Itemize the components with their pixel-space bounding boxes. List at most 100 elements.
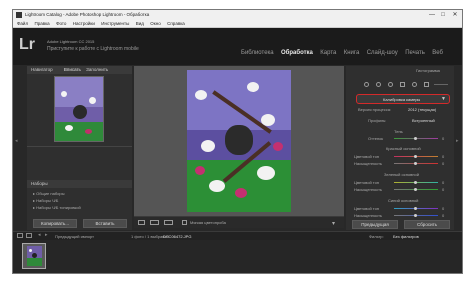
photo-bud [235, 188, 247, 198]
shadows-tint-slider[interactable] [394, 137, 438, 140]
navigator-thumbnail[interactable] [54, 76, 104, 142]
slider-knob[interactable] [414, 181, 417, 184]
menu-photo[interactable]: Фото [56, 20, 66, 28]
menu-file[interactable]: Файл [17, 20, 28, 28]
module-library[interactable]: Библиотека [241, 50, 274, 56]
maximize-button[interactable]: □ [438, 10, 448, 20]
menu-help[interactable]: Справка [167, 20, 185, 28]
photo-blossom [257, 166, 275, 180]
preset-folder-general[interactable]: ▸ Общие наборы [33, 191, 64, 196]
paste-button[interactable]: Вставить [83, 219, 127, 228]
module-map[interactable]: Карта [320, 50, 336, 56]
menu-settings[interactable]: Настройки [73, 20, 95, 28]
red-hue-value[interactable]: 0 [442, 154, 444, 159]
slider-knob[interactable] [414, 188, 417, 191]
module-picker: Библиотека Обработка Карта Книга Слайд-ш… [235, 50, 443, 56]
green-sat-slider[interactable] [394, 188, 438, 191]
green-hue-value[interactable]: 0 [442, 180, 444, 185]
menu-window[interactable]: Окно [150, 20, 160, 28]
module-develop[interactable]: Обработка [281, 50, 313, 56]
menu-view[interactable]: Вид [136, 20, 144, 28]
preset-folder-bw-toned[interactable]: ▸ Наборы Ч/Б тонировкой [33, 205, 81, 210]
red-hue-slider[interactable] [394, 155, 438, 158]
copy-button[interactable]: Копировать... [33, 219, 77, 228]
slider-knob[interactable] [414, 207, 417, 210]
blue-hue-label: Цветовой тон [354, 206, 380, 211]
slider-knob[interactable] [414, 162, 417, 165]
blue-sat-value[interactable]: 0 [442, 213, 444, 218]
compare-view-icon[interactable] [164, 220, 173, 225]
crop-tool-icon[interactable] [364, 82, 369, 87]
minimize-button[interactable]: — [427, 10, 437, 20]
spot-removal-icon[interactable] [376, 82, 381, 87]
green-hue-label: Цветовой тон [354, 180, 380, 185]
presets-header[interactable]: Наборы [27, 180, 132, 188]
blue-sat-slider[interactable] [394, 214, 438, 217]
red-sat-label: Насыщенность [354, 161, 383, 166]
thumb-fruit [32, 253, 37, 258]
radial-filter-icon[interactable] [412, 82, 417, 87]
camera-calibration-header[interactable]: Калибровка камеры ▼ [356, 94, 450, 104]
main-photo [187, 70, 291, 212]
red-sat-slider[interactable] [394, 162, 438, 165]
collapse-triangle-icon[interactable]: ▼ [441, 96, 446, 102]
shadows-tint-label: Оттенок [368, 136, 384, 141]
photo-blossom [195, 90, 207, 100]
before-after-icon[interactable] [150, 220, 159, 225]
left-panel-toggle-icon[interactable]: ◂ [15, 138, 18, 144]
zoom-fit[interactable]: Вписать [64, 67, 81, 72]
red-primary-heading: Красный основной [386, 146, 421, 151]
shadows-tint-value[interactable]: 0 [442, 136, 444, 141]
toolbar-menu-icon[interactable]: ▾ [332, 220, 335, 227]
slider-knob[interactable] [414, 214, 417, 217]
menu-tools[interactable]: Инструменты [101, 20, 129, 28]
photo-fruit [225, 125, 253, 155]
slider-knob[interactable] [414, 137, 417, 140]
green-primary-heading: Зеленый основной [384, 172, 419, 177]
module-slideshow[interactable]: Слайд-шоу [367, 50, 398, 56]
profile-select[interactable]: Встроенный [412, 118, 435, 123]
previous-button[interactable]: Предыдущая [352, 220, 398, 229]
blue-sat-label: Насыщенность [354, 213, 383, 218]
module-print[interactable]: Печать [405, 50, 425, 56]
grid-view-icon[interactable] [26, 233, 32, 238]
left-panel: Навигатор Вписать Заполнить Наборы ▸ Общ… [27, 66, 132, 230]
brush-icon[interactable] [424, 82, 429, 87]
module-web[interactable]: Веб [432, 50, 443, 56]
tool-slider[interactable] [434, 84, 448, 85]
process-select[interactable]: 2012 (текущая) [408, 107, 436, 112]
navigator-header[interactable]: Навигатор Вписать Заполнить [27, 66, 132, 74]
graduated-filter-icon[interactable] [400, 82, 405, 87]
right-panel-toggle-icon[interactable]: ▸ [456, 138, 459, 144]
process-label: Версия процесса: [358, 107, 392, 112]
zoom-fill[interactable]: Заполнить [86, 67, 108, 72]
blue-hue-value[interactable]: 0 [442, 206, 444, 211]
reset-button[interactable]: Сбросить [404, 220, 450, 229]
window-title: Lightroom Catalog - Adobe Photoshop Ligh… [25, 12, 150, 17]
photo-canvas[interactable] [134, 66, 344, 216]
red-sat-value[interactable]: 0 [442, 161, 444, 166]
back-arrow-icon[interactable]: ◂ [38, 232, 41, 238]
source-label[interactable]: Предыдущий импорт [55, 234, 94, 239]
photo-sky [187, 70, 291, 130]
histogram-label[interactable]: Гистограмма [416, 68, 440, 73]
soft-proof-checkbox[interactable] [182, 220, 187, 225]
forward-arrow-icon[interactable]: ▸ [45, 232, 48, 238]
photo-blossom [209, 180, 225, 192]
green-sat-value[interactable]: 0 [442, 187, 444, 192]
loupe-view-icon[interactable] [138, 220, 145, 225]
preset-folder-bw[interactable]: ▸ Наборы Ч/Б [33, 198, 58, 203]
secondary-display-icon[interactable] [17, 233, 23, 238]
blue-hue-slider[interactable] [394, 207, 438, 210]
filter-select[interactable]: Без фильтров [393, 234, 419, 239]
filename: DSC06472.JPG [163, 234, 192, 239]
module-book[interactable]: Книга [344, 50, 360, 56]
green-hue-slider[interactable] [394, 181, 438, 184]
identity-line2[interactable]: Приступите к работе с Lightroom mobile [47, 46, 139, 52]
red-eye-icon[interactable] [388, 82, 393, 87]
menu-edit[interactable]: Правка [34, 20, 49, 28]
close-button[interactable]: ✕ [450, 10, 460, 20]
filmstrip-thumbnail[interactable] [22, 243, 46, 269]
slider-knob[interactable] [414, 155, 417, 158]
soft-proof-label: Мягкая цветопроба [190, 220, 226, 225]
